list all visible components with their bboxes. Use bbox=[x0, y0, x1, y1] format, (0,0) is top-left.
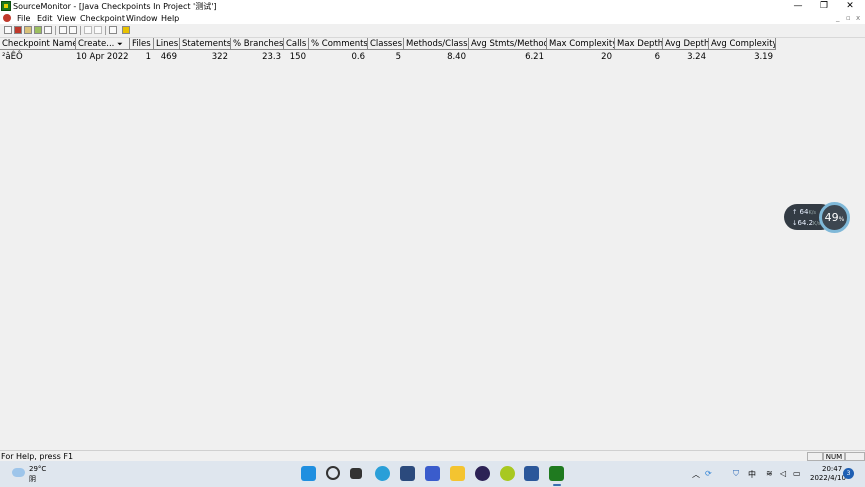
column-header[interactable]: Max Depth bbox=[615, 38, 663, 50]
wifi-icon[interactable]: ≋ bbox=[766, 469, 773, 478]
table-cell: 6.21 bbox=[525, 52, 544, 62]
toolbar bbox=[0, 25, 865, 38]
restore-button[interactable]: ❐ bbox=[811, 0, 837, 13]
menu-window[interactable]: Window bbox=[126, 13, 158, 24]
menu-edit[interactable]: Edit bbox=[37, 13, 53, 24]
print-icon[interactable] bbox=[59, 26, 67, 34]
status-pane-empty bbox=[845, 452, 865, 461]
ime-indicator[interactable]: 中 bbox=[748, 469, 756, 480]
vscode-icon[interactable] bbox=[425, 466, 440, 481]
shield-icon[interactable]: ⛉ bbox=[733, 469, 739, 479]
weather-condition[interactable]: 阴 bbox=[29, 474, 36, 484]
new-icon[interactable] bbox=[4, 26, 12, 34]
table-cell: 469 bbox=[160, 52, 177, 62]
search-icon[interactable] bbox=[326, 466, 340, 480]
print-preview-icon[interactable] bbox=[69, 26, 77, 34]
num-lock-indicator: NUM bbox=[823, 452, 845, 461]
table-cell: 20 bbox=[601, 52, 612, 62]
store-icon[interactable] bbox=[400, 466, 415, 481]
toolbar-separator bbox=[80, 26, 81, 35]
java-icon[interactable] bbox=[500, 466, 515, 481]
title-bar: SourceMonitor - [Java Checkpoints In Pro… bbox=[0, 0, 865, 13]
taskbar: 29°C 阴 ︿ ⟳ ⛉ 中 ≋ ◁ ▭ 20:47 2022/4/10 3 bbox=[0, 461, 865, 487]
menu-view[interactable]: View bbox=[57, 13, 76, 24]
sourcemonitor-icon[interactable] bbox=[549, 466, 564, 481]
toolbar-separator bbox=[105, 26, 106, 35]
column-header[interactable]: Classes bbox=[368, 38, 404, 50]
sync-icon[interactable]: ⟳ bbox=[705, 469, 712, 478]
column-header[interactable]: Avg Depth bbox=[663, 38, 709, 50]
table-cell: 10 Apr 2022 bbox=[76, 52, 129, 62]
menu-bar: File Edit View Checkpoint Window Help _ … bbox=[0, 13, 865, 24]
column-header[interactable]: % Comments bbox=[309, 38, 368, 50]
copy-icon[interactable] bbox=[94, 26, 102, 34]
table-cell: ²âÊÔ bbox=[2, 52, 23, 62]
column-header[interactable]: Files bbox=[130, 38, 154, 50]
document-system-menu-icon[interactable] bbox=[3, 14, 11, 22]
cut-icon[interactable] bbox=[84, 26, 92, 34]
column-header[interactable]: Calls bbox=[284, 38, 309, 50]
word-icon[interactable] bbox=[524, 466, 539, 481]
table-cell: 23.3 bbox=[262, 52, 281, 62]
open-icon[interactable] bbox=[14, 26, 22, 34]
mdi-minimize-button[interactable]: _ bbox=[836, 13, 840, 24]
column-header[interactable]: Methods/Class bbox=[404, 38, 469, 50]
sourcemonitor-app-icon[interactable] bbox=[1, 1, 11, 11]
help-icon[interactable] bbox=[109, 26, 117, 34]
window-title: SourceMonitor - [Java Checkpoints In Pro… bbox=[13, 2, 217, 11]
table-cell: 5 bbox=[395, 52, 401, 62]
task-view-icon[interactable] bbox=[350, 468, 362, 479]
tray-chevron-up-icon[interactable]: ︿ bbox=[692, 469, 700, 480]
menu-help[interactable]: Help bbox=[161, 13, 179, 24]
close-button[interactable]: ✕ bbox=[837, 0, 863, 13]
menu-file[interactable]: File bbox=[17, 13, 30, 24]
table-cell: 3.24 bbox=[687, 52, 706, 62]
clock-time[interactable]: 20:47 bbox=[822, 465, 842, 473]
column-header[interactable]: Lines bbox=[154, 38, 180, 50]
minimize-button[interactable]: — bbox=[785, 0, 811, 13]
table-cell: 322 bbox=[211, 52, 228, 62]
file-explorer-icon[interactable] bbox=[450, 466, 465, 481]
start-icon[interactable] bbox=[301, 466, 316, 481]
sort-arrow-icon: ⏷ bbox=[117, 40, 123, 48]
volume-icon[interactable]: ◁ bbox=[780, 469, 786, 478]
table-cell: 1 bbox=[145, 52, 151, 62]
battery-icon[interactable]: ▭ bbox=[793, 469, 801, 478]
column-header[interactable]: Create... ⏷ bbox=[76, 38, 130, 50]
column-header[interactable]: Checkpoint Name bbox=[0, 38, 76, 50]
cpu-usage-gauge[interactable]: 49% bbox=[819, 202, 850, 233]
checkpoint-icon[interactable] bbox=[34, 26, 42, 34]
table-cell: 3.19 bbox=[754, 52, 773, 62]
save-icon[interactable] bbox=[44, 26, 52, 34]
active-app-indicator bbox=[553, 484, 561, 486]
chart-icon[interactable] bbox=[122, 26, 130, 34]
table-cell: 150 bbox=[289, 52, 306, 62]
menu-checkpoint[interactable]: Checkpoint bbox=[80, 13, 125, 24]
column-header[interactable]: Avg Stmts/Method bbox=[469, 38, 547, 50]
upload-speed: ↑ 64K/s bbox=[792, 208, 817, 216]
column-header[interactable]: Statements bbox=[180, 38, 231, 50]
download-speed: ↓64.2K/s bbox=[792, 219, 821, 227]
clock-date[interactable]: 2022/4/10 bbox=[810, 474, 846, 482]
column-header[interactable]: % Branches bbox=[231, 38, 284, 50]
column-header[interactable]: Avg Complexity bbox=[709, 38, 776, 50]
toolbar-separator bbox=[55, 26, 56, 35]
status-pane-empty bbox=[807, 452, 823, 461]
table-cell: 0.6 bbox=[351, 52, 365, 62]
project-icon[interactable] bbox=[24, 26, 32, 34]
mdi-close-button[interactable]: x bbox=[856, 13, 860, 24]
mdi-restore-button[interactable]: ▫ bbox=[846, 13, 851, 24]
cloud-icon[interactable] bbox=[12, 468, 25, 477]
column-header[interactable]: Max Complexity bbox=[547, 38, 615, 50]
table-cell: 6 bbox=[654, 52, 660, 62]
notification-badge[interactable]: 3 bbox=[843, 468, 854, 479]
edge-icon[interactable] bbox=[375, 466, 390, 481]
weather-temperature[interactable]: 29°C bbox=[29, 465, 46, 473]
table-cell: 8.40 bbox=[447, 52, 466, 62]
eclipse-icon[interactable] bbox=[475, 466, 490, 481]
